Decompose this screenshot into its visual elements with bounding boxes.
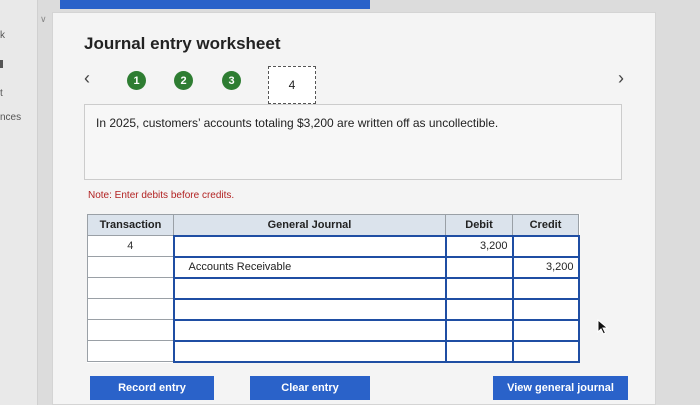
table-row [87, 297, 580, 321]
journal-table: Transaction General Journal Debit Credit… [87, 214, 580, 363]
table-row: Accounts Receivable 3,200 [87, 255, 580, 279]
page-title: Journal entry worksheet [84, 34, 281, 53]
step-3-button[interactable]: 3 [222, 71, 241, 90]
table-row [87, 318, 580, 342]
account-cell[interactable] [172, 318, 447, 342]
account-cell[interactable]: Accounts Receivable [172, 255, 447, 279]
credit-cell[interactable] [511, 297, 580, 321]
account-cell[interactable] [172, 234, 447, 258]
entry-note: Note: Enter debits before credits. [88, 190, 235, 201]
chevron-down-icon: ∨ [40, 14, 47, 24]
header-debit: Debit [445, 214, 513, 236]
credit-cell[interactable]: 3,200 [511, 255, 580, 279]
rail-label: t [0, 88, 3, 99]
rail-label: nces [0, 112, 22, 123]
debit-cell[interactable] [444, 339, 514, 363]
account-cell[interactable] [172, 276, 447, 300]
table-row [87, 339, 580, 363]
header-transaction: Transaction [87, 214, 174, 236]
transaction-description: In 2025, customers’ accounts totaling $3… [96, 116, 499, 130]
transaction-cell [87, 340, 174, 362]
clear-entry-button[interactable]: Clear entry [250, 376, 370, 400]
record-entry-button[interactable]: Record entry [90, 376, 214, 400]
debit-cell[interactable] [444, 276, 514, 300]
chevron-left-icon[interactable]: ‹ [84, 68, 100, 88]
transaction-cell: 4 [87, 235, 174, 257]
rail-marker [0, 60, 3, 68]
left-rail: k t nces [0, 0, 38, 405]
debit-cell[interactable] [444, 297, 514, 321]
rail-label: k [0, 30, 5, 41]
view-general-journal-button[interactable]: View general journal [493, 376, 628, 400]
header-credit: Credit [512, 214, 579, 236]
step-1-button[interactable]: 1 [127, 71, 146, 90]
step-4-button[interactable]: 4 [268, 66, 316, 104]
debit-cell[interactable] [444, 255, 514, 279]
chevron-right-icon[interactable]: › [618, 68, 634, 88]
transaction-cell [87, 277, 174, 299]
credit-cell[interactable] [511, 276, 580, 300]
top-bar [60, 0, 370, 9]
credit-cell[interactable] [511, 339, 580, 363]
table-row [87, 276, 580, 300]
table-row: 4 3,200 [87, 234, 580, 258]
account-cell[interactable] [172, 297, 447, 321]
credit-cell[interactable] [511, 318, 580, 342]
header-general-journal: General Journal [173, 214, 446, 236]
table-header-row: Transaction General Journal Debit Credit [87, 214, 579, 236]
account-cell[interactable] [172, 339, 447, 363]
mouse-pointer-icon [597, 319, 609, 335]
transaction-cell [87, 256, 174, 278]
step-2-button[interactable]: 2 [174, 71, 193, 90]
credit-cell[interactable] [511, 234, 580, 258]
debit-cell[interactable] [444, 318, 514, 342]
transaction-cell [87, 298, 174, 320]
transaction-cell [87, 319, 174, 341]
debit-cell[interactable]: 3,200 [444, 234, 514, 258]
